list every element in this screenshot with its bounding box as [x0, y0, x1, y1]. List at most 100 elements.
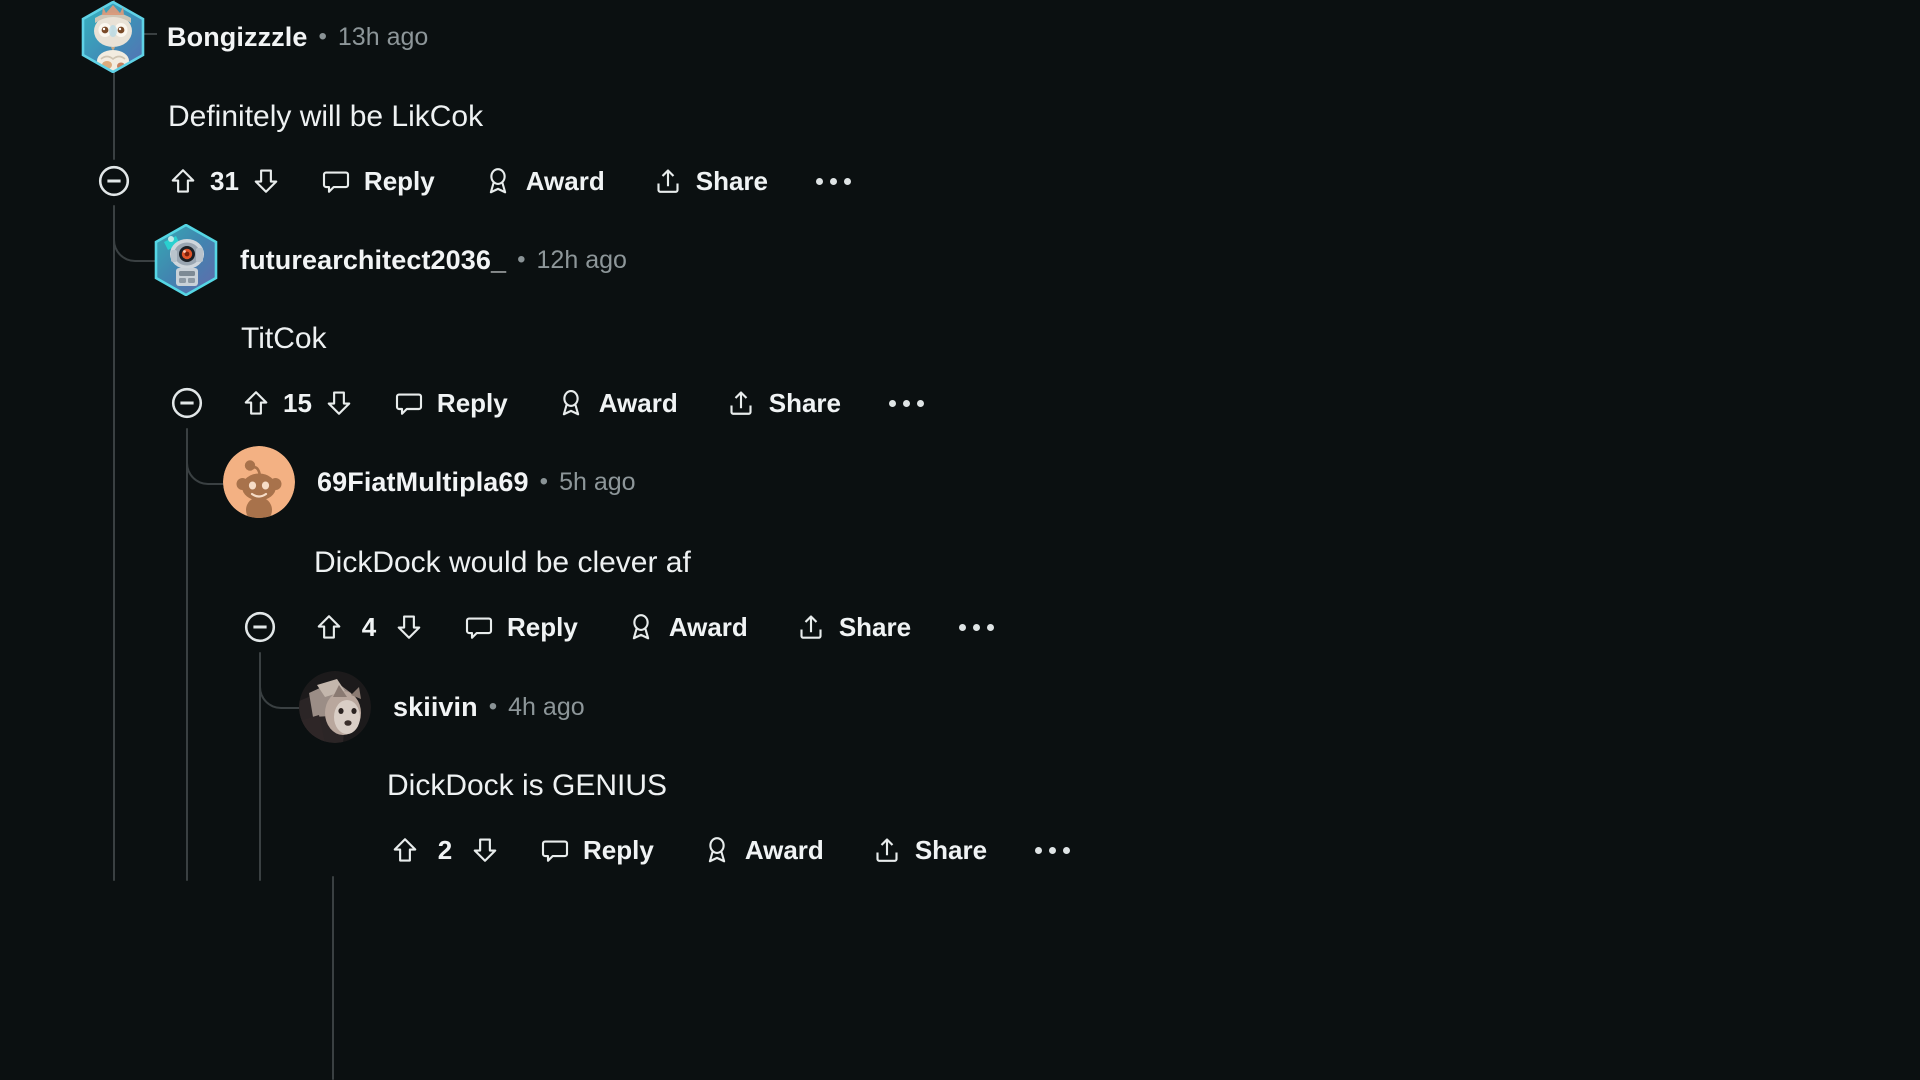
more-dot — [889, 399, 896, 407]
reply-label: Reply — [436, 387, 508, 418]
comment-header: Bongizzzle • 13h ago — [81, 1, 429, 73]
upvote-button[interactable] — [390, 835, 420, 865]
comment-body: Definitely will be LikCok — [168, 100, 484, 133]
share-button[interactable]: Share — [653, 158, 768, 204]
comment-author[interactable]: Bongizzzle — [167, 22, 308, 53]
award-button[interactable]: Award — [702, 827, 824, 873]
share-icon — [796, 612, 826, 642]
more-dot — [1035, 846, 1043, 854]
upvote-button[interactable] — [241, 388, 271, 418]
share-label: Share — [768, 387, 841, 418]
downvote-button[interactable] — [324, 388, 354, 418]
share-label: Share — [695, 165, 768, 196]
share-icon — [872, 835, 902, 865]
share-button[interactable]: Share — [872, 827, 987, 873]
share-button[interactable]: Share — [796, 604, 911, 650]
reply-button[interactable]: Reply — [464, 604, 578, 650]
share-label: Share — [914, 834, 988, 865]
reply-button[interactable]: Reply — [540, 827, 654, 873]
award-ribbon-icon — [626, 612, 656, 642]
comment-action-bar: 4 Reply Award Share — [242, 604, 995, 650]
collapse-button[interactable] — [242, 604, 278, 650]
hex-robot-crown-avatar-icon — [81, 1, 145, 73]
award-label: Award — [668, 611, 748, 642]
hex-robot-teal-avatar-icon — [154, 224, 218, 296]
comment-bubble-icon — [464, 612, 494, 642]
reply-label: Reply — [363, 165, 435, 196]
thread-line-depth-2[interactable] — [186, 428, 188, 881]
separator-dot: • — [517, 246, 526, 273]
award-button[interactable]: Award — [626, 604, 748, 650]
vote-group: 4 — [314, 612, 424, 643]
share-button[interactable]: Share — [726, 380, 841, 426]
comment-body: DickDock is GENIUS — [387, 769, 668, 802]
comment-action-bar: 31 Reply Award Share — [96, 158, 851, 204]
more-dot — [973, 623, 981, 631]
reply-button[interactable]: Reply — [321, 158, 435, 204]
more-options-button[interactable] — [889, 380, 924, 426]
more-options-button[interactable] — [816, 158, 851, 204]
comment-author[interactable]: skiivin — [393, 692, 478, 723]
downvote-button[interactable] — [470, 835, 500, 865]
more-dot — [816, 177, 823, 185]
comment-body: DickDock would be clever af — [314, 546, 691, 579]
more-dot — [959, 623, 967, 631]
avatar[interactable] — [81, 1, 145, 73]
vote-group: 31 — [168, 166, 281, 197]
more-dot — [987, 623, 995, 631]
comment-bubble-icon — [540, 835, 570, 865]
more-options-button[interactable] — [1035, 827, 1071, 873]
thread-line-depth-1[interactable] — [113, 205, 115, 881]
comment-body: TitCok — [241, 322, 327, 355]
more-options-button[interactable] — [959, 604, 995, 650]
reply-button[interactable]: Reply — [394, 380, 508, 426]
award-button[interactable]: Award — [556, 380, 678, 426]
comment-author[interactable]: futurearchitect2036_ — [240, 245, 506, 276]
comment-action-bar: 2 Reply Award Share — [390, 827, 1071, 873]
vote-group: 15 — [241, 388, 354, 419]
vote-count: 15 — [283, 387, 312, 418]
comment-action-bar: 15 Reply Award Share — [169, 380, 924, 426]
collapse-icon — [96, 163, 132, 199]
comment-timestamp: 13h ago — [337, 22, 429, 51]
award-label: Award — [525, 165, 605, 196]
upvote-button[interactable] — [168, 166, 198, 196]
vote-count: 2 — [437, 834, 453, 865]
comment-thread: Bongizzzle • 13h ago Definitely will be … — [0, 0, 1920, 1080]
collapse-icon — [242, 609, 278, 645]
more-dot — [1063, 846, 1071, 854]
downvote-button[interactable] — [394, 612, 424, 642]
photo-husky-avatar-icon — [299, 671, 371, 743]
comment-header: skiivin • 4h ago — [299, 671, 585, 743]
vote-group: 2 — [390, 835, 500, 866]
share-icon — [653, 166, 683, 196]
comment-header: futurearchitect2036_ • 12h ago — [154, 224, 627, 296]
avatar[interactable] — [154, 224, 218, 296]
thread-line-depth-4[interactable] — [332, 876, 334, 1080]
award-ribbon-icon — [702, 835, 732, 865]
reply-label: Reply — [583, 834, 654, 865]
award-label: Award — [598, 387, 678, 418]
thread-connector-1 — [113, 210, 157, 262]
vote-count: 31 — [210, 165, 239, 196]
award-ribbon-icon — [556, 388, 586, 418]
avatar[interactable] — [223, 446, 295, 518]
avatar[interactable] — [299, 671, 371, 743]
share-label: Share — [838, 611, 912, 642]
comment-bubble-icon — [321, 166, 351, 196]
vote-count: 4 — [361, 611, 377, 642]
reply-label: Reply — [507, 611, 578, 642]
award-button[interactable]: Award — [483, 158, 605, 204]
collapse-button[interactable] — [96, 158, 132, 204]
separator-dot: • — [539, 468, 549, 495]
downvote-button[interactable] — [251, 166, 281, 196]
comment-author[interactable]: 69FiatMultipla69 — [317, 467, 529, 498]
collapse-button[interactable] — [169, 380, 205, 426]
more-dot — [903, 399, 910, 407]
award-ribbon-icon — [483, 166, 513, 196]
upvote-button[interactable] — [314, 612, 344, 642]
more-dot — [917, 399, 924, 407]
comment-bubble-icon — [394, 388, 424, 418]
comment-timestamp: 5h ago — [559, 467, 636, 496]
thread-connector-3 — [259, 657, 303, 709]
